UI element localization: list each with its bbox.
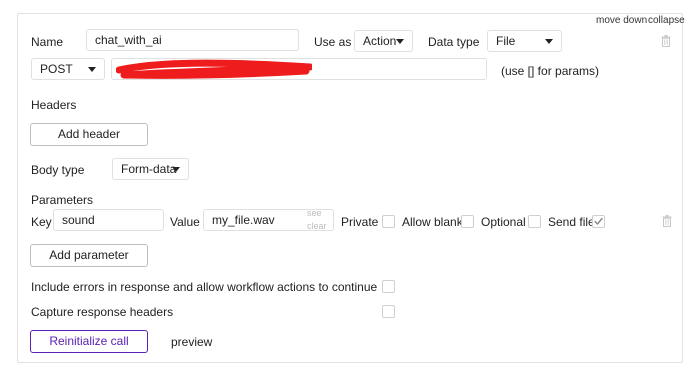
use-as-label: Use as [314, 35, 352, 49]
method-value: POST [40, 62, 73, 76]
chevron-down-icon [396, 39, 404, 44]
capture-headers-label: Capture response headers [31, 305, 174, 319]
send-file-checkbox[interactable] [592, 215, 605, 228]
parameters-title: Parameters [31, 193, 94, 207]
chevron-down-icon [88, 67, 96, 72]
chevron-down-icon [172, 167, 180, 172]
body-type-select[interactable]: Form-data [112, 158, 189, 180]
name-input[interactable]: chat_with_ai [86, 29, 299, 51]
data-type-value: File [496, 34, 516, 48]
move-down-link[interactable]: move down [596, 15, 647, 26]
params-hint: (use [] for params) [501, 64, 600, 78]
optional-label: Optional [481, 215, 526, 229]
capture-headers-checkbox[interactable] [382, 305, 395, 318]
use-as-select[interactable]: Action [354, 30, 413, 52]
clear-link[interactable]: clear [307, 221, 327, 231]
allow-blank-checkbox[interactable] [461, 215, 474, 228]
trash-icon[interactable] [662, 215, 672, 227]
method-select[interactable]: POST [31, 58, 105, 80]
data-type-select[interactable]: File [487, 30, 562, 52]
use-as-value: Action [363, 34, 397, 48]
param-value-label: Value [170, 215, 200, 229]
include-errors-label: Include errors in response and allow wor… [31, 280, 378, 294]
collapse-link[interactable]: collapse [648, 15, 685, 26]
add-parameter-button[interactable]: Add parameter [30, 244, 148, 267]
optional-checkbox[interactable] [528, 215, 541, 228]
body-type-label: Body type [31, 163, 85, 177]
redaction-scribble [116, 59, 312, 79]
param-value-text: my_file.wav [212, 213, 275, 227]
param-key-label: Key [31, 215, 52, 229]
send-file-label: Send file [548, 215, 595, 229]
data-type-label: Data type [428, 35, 480, 49]
body-type-value: Form-data [121, 162, 177, 176]
add-header-button[interactable]: Add header [30, 123, 148, 146]
private-label: Private [341, 215, 379, 229]
allow-blank-label: Allow blank [402, 215, 463, 229]
chevron-down-icon [545, 39, 553, 44]
include-errors-checkbox[interactable] [382, 280, 395, 293]
reinitialize-call-button[interactable]: Reinitialize call [30, 330, 148, 353]
see-link[interactable]: see [307, 208, 322, 218]
headers-title: Headers [31, 98, 77, 112]
preview-link[interactable]: preview [171, 335, 212, 349]
trash-icon[interactable] [661, 35, 671, 47]
name-label: Name [31, 35, 64, 49]
param-key-input[interactable]: sound [53, 209, 164, 231]
checkmark-icon [594, 217, 603, 225]
private-checkbox[interactable] [382, 215, 395, 228]
